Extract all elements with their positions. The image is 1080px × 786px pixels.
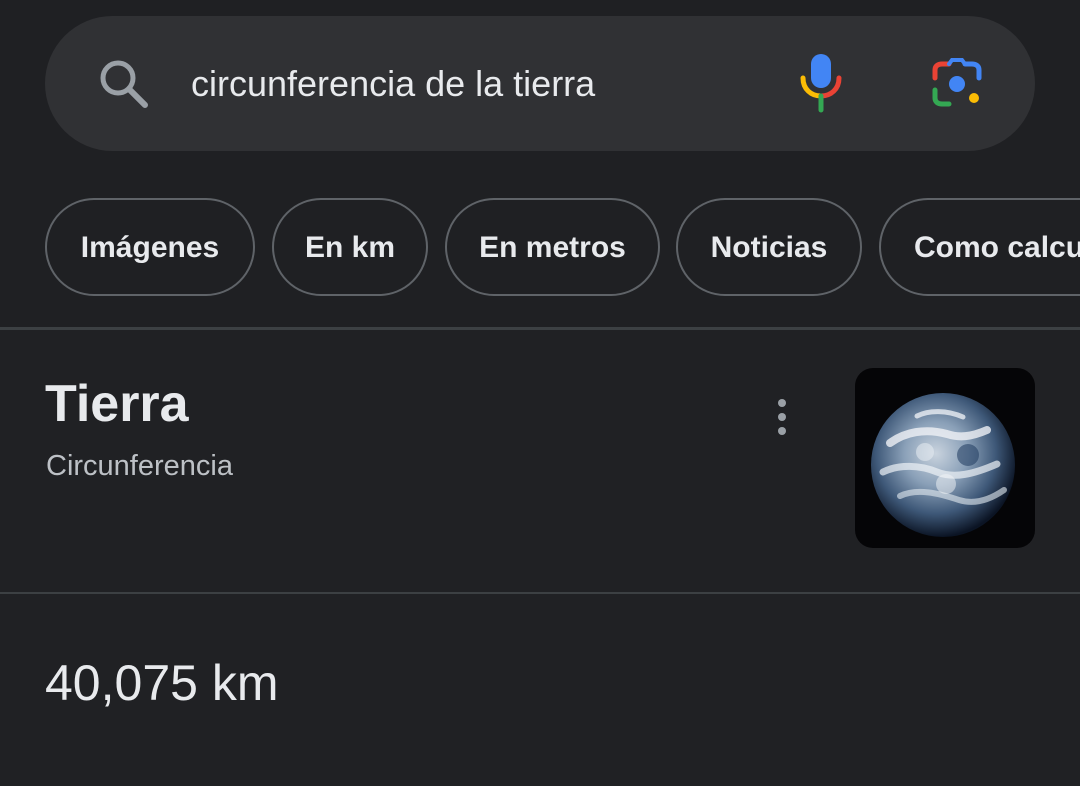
chip-imagenes[interactable]: Imágenes: [45, 198, 255, 296]
knowledge-title: Tierra: [45, 375, 189, 433]
lens-icon[interactable]: [929, 58, 985, 110]
section-divider: [0, 592, 1080, 594]
more-vert-icon[interactable]: [766, 396, 798, 440]
chip-noticias[interactable]: Noticias: [676, 198, 862, 296]
mic-icon[interactable]: [797, 52, 845, 114]
earth-image[interactable]: [855, 368, 1035, 548]
knowledge-subtitle: Circunferencia: [46, 450, 233, 482]
answer-value: 40,075 km: [45, 655, 279, 711]
chip-en-km[interactable]: En km: [272, 198, 428, 296]
chip-en-metros[interactable]: En metros: [445, 198, 660, 296]
filter-chips: Imágenes En km En metros Noticias Como c…: [0, 198, 1080, 300]
search-icon[interactable]: [96, 56, 152, 112]
search-input[interactable]: circunferencia de la tierra: [191, 62, 595, 106]
earth-globe-graphic: [871, 393, 1015, 537]
section-divider: [0, 327, 1080, 330]
chip-como-calcular[interactable]: Como calcu: [879, 198, 1080, 296]
search-results-page: circunferencia de la tierra Imágenes En …: [0, 0, 1080, 786]
